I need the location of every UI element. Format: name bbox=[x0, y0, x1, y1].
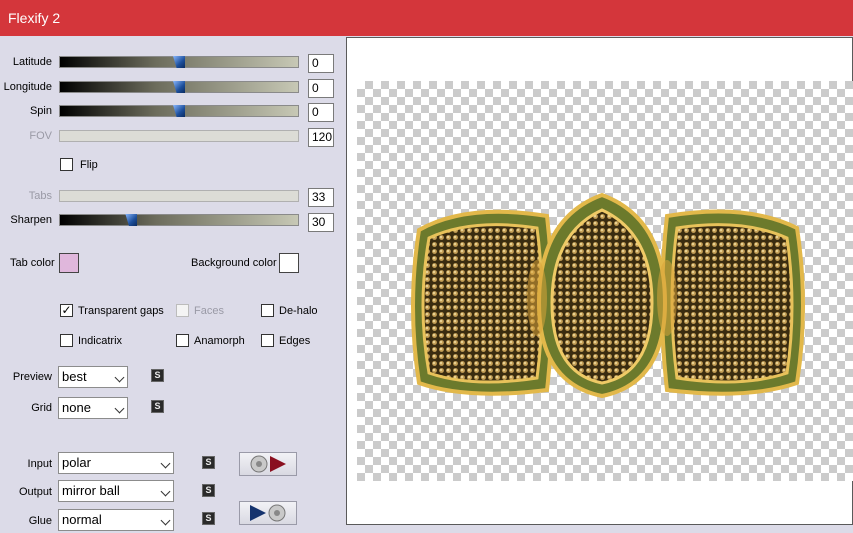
latitude-slider-thumb[interactable] bbox=[173, 56, 185, 68]
fov-label: FOV bbox=[29, 130, 52, 142]
cycle-output-button[interactable] bbox=[239, 501, 297, 525]
fov-slider bbox=[59, 130, 299, 142]
sharpen-input[interactable]: 30 bbox=[308, 213, 334, 232]
disc-to-red-arrow-icon bbox=[250, 455, 286, 473]
tabs-slider bbox=[59, 190, 299, 202]
glue-label: Glue bbox=[28, 515, 52, 527]
flip-checkbox[interactable] bbox=[60, 158, 73, 171]
chevron-down-icon bbox=[160, 458, 171, 469]
faces-label: Faces bbox=[194, 305, 224, 317]
longitude-label: Longitude bbox=[3, 81, 52, 93]
grid-select[interactable]: none bbox=[58, 397, 128, 419]
longitude-slider-thumb[interactable] bbox=[173, 81, 185, 93]
tabs-label: Tabs bbox=[28, 190, 52, 202]
indicatrix-label: Indicatrix bbox=[78, 335, 123, 347]
preview-pane[interactable] bbox=[346, 37, 853, 525]
input-label: Input bbox=[27, 458, 52, 470]
tab-color-swatch[interactable] bbox=[59, 253, 79, 273]
grid-label: Grid bbox=[31, 402, 52, 414]
output-select[interactable]: mirror ball bbox=[58, 480, 174, 502]
anamorph-label: Anamorph bbox=[194, 335, 245, 347]
latitude-label: Latitude bbox=[12, 56, 52, 68]
fov-input: 120 bbox=[308, 128, 334, 147]
input-swap-button[interactable]: S bbox=[202, 456, 215, 469]
transparent-gaps-label: Transparent gaps bbox=[78, 305, 164, 317]
spin-slider[interactable] bbox=[59, 105, 299, 117]
spin-label: Spin bbox=[29, 105, 52, 117]
edges-label: Edges bbox=[279, 335, 311, 347]
preview-image bbox=[411, 192, 805, 399]
chevron-down-icon bbox=[160, 515, 171, 526]
input-select-value: polar bbox=[62, 455, 91, 470]
tabs-input: 33 bbox=[308, 188, 334, 207]
input-select[interactable]: polar bbox=[58, 452, 174, 474]
de-halo-checkbox[interactable] bbox=[261, 304, 274, 317]
chevron-down-icon bbox=[114, 372, 125, 383]
anamorph-checkbox[interactable] bbox=[176, 334, 189, 347]
preview-select[interactable]: best bbox=[58, 366, 128, 388]
longitude-slider[interactable] bbox=[59, 81, 299, 93]
flip-label: Flip bbox=[80, 159, 98, 171]
sharpen-slider[interactable] bbox=[59, 214, 299, 226]
spin-slider-thumb[interactable] bbox=[173, 105, 185, 117]
glue-select[interactable]: normal bbox=[58, 509, 174, 531]
background-color-label: Background color bbox=[191, 257, 277, 269]
edges-checkbox[interactable] bbox=[261, 334, 274, 347]
preview-swap-button[interactable]: S bbox=[151, 369, 164, 382]
latitude-input[interactable]: 0 bbox=[308, 54, 334, 73]
chevron-down-icon bbox=[160, 486, 171, 497]
cycle-input-button[interactable] bbox=[239, 452, 297, 476]
background-color-swatch[interactable] bbox=[279, 253, 299, 273]
window-title: Flexify 2 bbox=[0, 0, 853, 36]
indicatrix-checkbox[interactable] bbox=[60, 334, 73, 347]
output-select-value: mirror ball bbox=[62, 483, 120, 498]
latitude-slider[interactable] bbox=[59, 56, 299, 68]
grid-swap-button[interactable]: S bbox=[151, 400, 164, 413]
tab-color-label: Tab color bbox=[10, 257, 55, 269]
transparent-gaps-checkbox[interactable]: ✓ bbox=[60, 304, 73, 317]
de-halo-label: De-halo bbox=[279, 305, 318, 317]
chevron-down-icon bbox=[114, 403, 125, 414]
spin-input[interactable]: 0 bbox=[308, 103, 334, 122]
faces-checkbox bbox=[176, 304, 189, 317]
output-label: Output bbox=[18, 486, 52, 498]
output-swap-button[interactable]: S bbox=[202, 484, 215, 497]
glue-swap-button[interactable]: S bbox=[202, 512, 215, 525]
preview-label: Preview bbox=[12, 371, 52, 383]
grid-select-value: none bbox=[62, 400, 91, 415]
longitude-input[interactable]: 0 bbox=[308, 79, 334, 98]
preview-select-value: best bbox=[62, 369, 87, 384]
sharpen-label: Sharpen bbox=[10, 214, 52, 226]
blue-arrow-to-disc-icon bbox=[250, 504, 286, 522]
sharpen-slider-thumb[interactable] bbox=[125, 214, 138, 226]
controls-panel: Latitude 0 Longitude 0 Spin 0 FOV 120 Fl… bbox=[0, 36, 345, 533]
glue-select-value: normal bbox=[62, 512, 102, 527]
